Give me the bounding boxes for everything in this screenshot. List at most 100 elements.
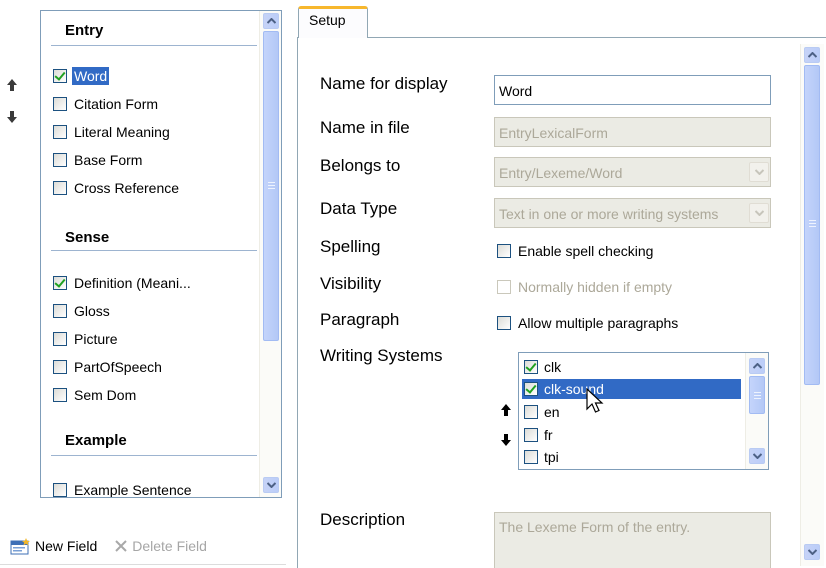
field-item-picture[interactable]: Picture xyxy=(53,328,120,350)
checkbox[interactable] xyxy=(53,360,67,374)
dropdown-button[interactable] xyxy=(749,203,769,223)
writing-systems-list[interactable]: clk clk-sound en fr tpi xyxy=(518,352,769,470)
writing-system-label: clk xyxy=(544,359,562,375)
field-item-sem-dom[interactable]: Sem Dom xyxy=(53,384,138,406)
checkbox[interactable] xyxy=(53,304,67,318)
field-item-label: Sem Dom xyxy=(74,387,137,403)
scroll-up-button[interactable] xyxy=(749,358,765,374)
group-header-sense: Sense xyxy=(65,229,110,246)
name-for-display-label: Name for display xyxy=(320,74,448,93)
allow-multiple-paragraphs-checkbox[interactable]: Allow multiple paragraphs xyxy=(497,315,678,331)
field-item-label: Gloss xyxy=(74,303,110,319)
checkbox[interactable] xyxy=(53,125,67,139)
field-item-part-of-speech[interactable]: PartOfSpeech xyxy=(53,356,164,378)
field-item-label: Base Form xyxy=(74,152,143,168)
delete-field-label: Delete Field xyxy=(132,538,207,554)
belongs-to-select[interactable]: Entry/Lexeme/Word xyxy=(494,157,771,187)
field-item-label: Picture xyxy=(74,331,118,347)
field-item-label: Cross Reference xyxy=(74,180,180,196)
writing-systems-scrollbar[interactable] xyxy=(745,353,768,469)
field-item-literal-meaning[interactable]: Literal Meaning xyxy=(53,121,172,143)
name-in-file-label: Name in file xyxy=(320,118,410,137)
checkbox[interactable] xyxy=(497,316,511,330)
checkbox[interactable] xyxy=(53,181,67,195)
writing-system-item-tpi[interactable]: tpi xyxy=(524,447,561,467)
checkbox-checked[interactable] xyxy=(53,69,67,83)
field-list-scrollbar[interactable] xyxy=(259,11,281,497)
writing-system-label: fr xyxy=(544,427,553,443)
chevron-down-icon xyxy=(754,210,764,217)
checkbox-checked[interactable] xyxy=(53,276,67,290)
field-item-citation-form[interactable]: Citation Form xyxy=(53,93,160,115)
checkbox-checked[interactable] xyxy=(524,382,538,396)
tab-setup[interactable]: Setup xyxy=(298,6,368,38)
field-item-definition[interactable]: Definition (Meani... xyxy=(53,272,193,294)
checkbox[interactable] xyxy=(53,388,67,402)
field-item-example-sentence[interactable]: Example Sentence xyxy=(53,479,194,497)
scroll-up-button[interactable] xyxy=(804,47,820,63)
writing-systems-label: Writing Systems xyxy=(320,346,443,365)
visibility-label: Visibility xyxy=(320,274,382,293)
checkbox[interactable] xyxy=(53,153,67,167)
checkbox[interactable] xyxy=(53,483,67,497)
move-writing-system-down-button[interactable] xyxy=(498,433,514,451)
enable-spell-checking-label: Enable spell checking xyxy=(518,243,654,259)
field-item-label: Word xyxy=(72,67,110,85)
scroll-up-button[interactable] xyxy=(263,13,279,29)
checkbox[interactable] xyxy=(53,97,67,111)
checkbox[interactable] xyxy=(524,450,538,464)
field-item-label: Citation Form xyxy=(74,96,159,112)
field-list[interactable]: Entry Word Citation Form Literal Meaning… xyxy=(40,10,282,498)
checkbox[interactable] xyxy=(497,244,511,258)
scroll-thumb[interactable] xyxy=(263,31,279,341)
enable-spell-checking-checkbox[interactable]: Enable spell checking xyxy=(497,243,653,259)
group-divider xyxy=(51,455,257,456)
scroll-down-button[interactable] xyxy=(804,544,820,560)
scroll-thumb[interactable] xyxy=(749,376,765,414)
name-for-display-input[interactable]: Word xyxy=(494,75,771,105)
scroll-thumb[interactable] xyxy=(804,65,820,385)
writing-system-item-fr[interactable]: fr xyxy=(524,425,555,445)
group-divider xyxy=(51,45,257,46)
chevron-up-icon xyxy=(752,362,762,369)
writing-system-label: en xyxy=(544,404,560,420)
data-type-select[interactable]: Text in one or more writing systems xyxy=(494,198,771,228)
checkbox-checked[interactable] xyxy=(524,360,538,374)
checkbox[interactable] xyxy=(53,332,67,346)
writing-system-item-clk[interactable]: clk xyxy=(524,357,563,377)
description-input[interactable]: The Lexeme Form of the entry. xyxy=(494,512,771,568)
scroll-down-button[interactable] xyxy=(263,477,279,493)
normally-hidden-checkbox[interactable]: Normally hidden if empty xyxy=(497,279,672,295)
toolbar-divider xyxy=(0,564,286,565)
field-item-cross-reference[interactable]: Cross Reference xyxy=(53,177,181,199)
field-item-label: Definition (Meani... xyxy=(74,275,191,291)
tab-setup-label: Setup xyxy=(309,12,346,28)
field-item-label: PartOfSpeech xyxy=(74,359,162,375)
move-writing-system-up-button[interactable] xyxy=(498,403,514,421)
arrow-down-icon xyxy=(7,111,17,123)
setup-panel-scrollbar[interactable] xyxy=(800,44,824,566)
dropdown-button[interactable] xyxy=(749,162,769,182)
move-field-up-button[interactable] xyxy=(4,78,20,96)
new-field-button[interactable]: New Field xyxy=(10,537,97,555)
name-in-file-input[interactable]: EntryLexicalForm xyxy=(494,117,771,147)
delete-field-button[interactable]: Delete Field xyxy=(113,538,207,554)
belongs-to-label: Belongs to xyxy=(320,156,401,175)
move-field-down-button[interactable] xyxy=(4,110,20,128)
writing-system-item-en[interactable]: en xyxy=(524,402,562,422)
field-item-gloss[interactable]: Gloss xyxy=(53,300,112,322)
checkbox-disabled[interactable] xyxy=(497,280,511,294)
spelling-label: Spelling xyxy=(320,237,381,256)
field-item-word[interactable]: Word xyxy=(53,65,110,87)
description-label: Description xyxy=(320,510,406,529)
writing-system-item-clk-sound[interactable]: clk-sound xyxy=(522,379,741,399)
checkbox[interactable] xyxy=(524,405,538,419)
normally-hidden-label: Normally hidden if empty xyxy=(518,279,673,295)
field-item-base-form[interactable]: Base Form xyxy=(53,149,144,171)
chevron-down-icon xyxy=(266,482,276,489)
chevron-down-icon xyxy=(807,549,817,556)
scroll-down-button[interactable] xyxy=(749,448,765,464)
checkbox[interactable] xyxy=(524,428,538,442)
field-item-label: Literal Meaning xyxy=(74,124,170,140)
writing-system-label: tpi xyxy=(544,449,559,465)
